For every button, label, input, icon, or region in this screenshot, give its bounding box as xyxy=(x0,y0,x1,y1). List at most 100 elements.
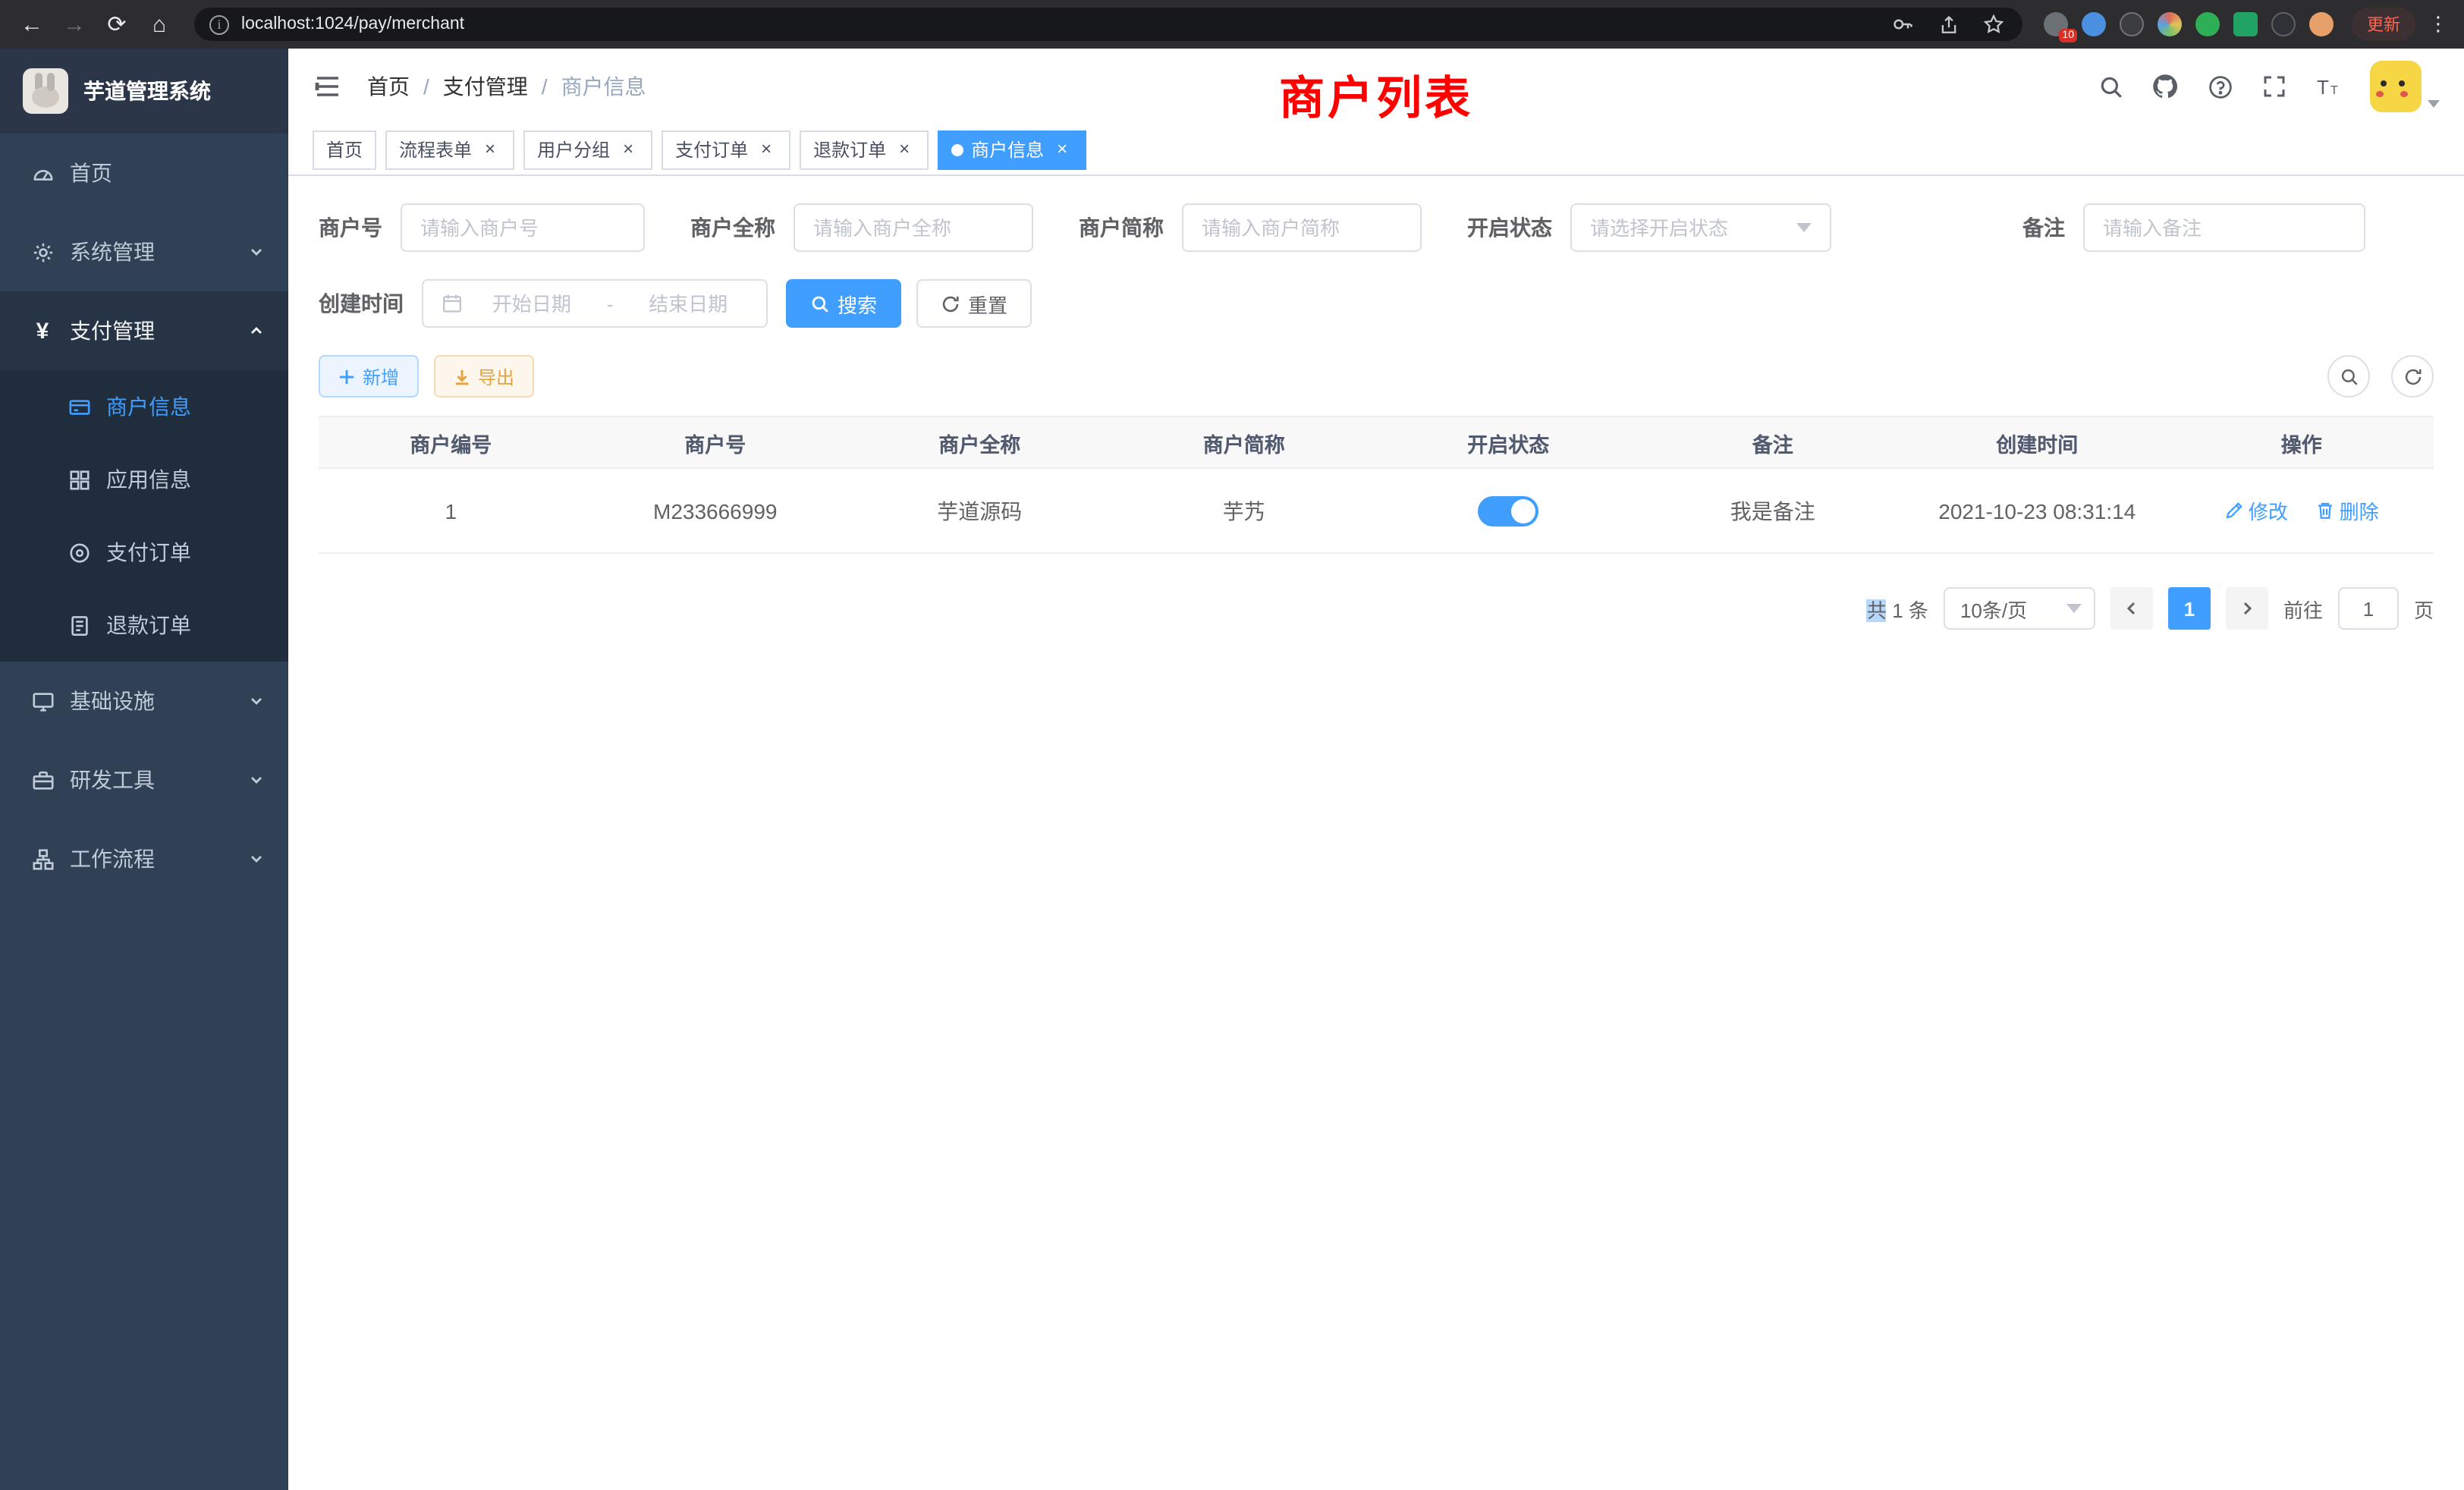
full-name-input[interactable] xyxy=(794,203,1033,252)
info-icon[interactable]: i xyxy=(209,14,229,34)
tab-user-group[interactable]: 用户分组 × xyxy=(523,130,652,169)
refresh-table-button[interactable] xyxy=(2391,355,2434,398)
sidebar-item-infra[interactable]: 基础设施 xyxy=(0,662,288,740)
col-header: 备注 xyxy=(1641,417,1906,468)
page-size-select[interactable]: 10条/页 xyxy=(1944,587,2095,630)
app-title: 芋道管理系统 xyxy=(83,76,211,106)
browser-menu-icon[interactable]: ⋮ xyxy=(2428,12,2449,36)
bookmark-star-icon[interactable] xyxy=(1980,11,2007,38)
tab-process-form[interactable]: 流程表单 × xyxy=(385,130,514,169)
font-size-icon[interactable]: TT xyxy=(2315,73,2343,100)
add-button[interactable]: 新增 xyxy=(319,355,419,398)
hamburger-icon[interactable] xyxy=(313,71,343,102)
delete-link[interactable]: 删除 xyxy=(2315,496,2379,525)
sidebar-item-home[interactable]: 首页 xyxy=(0,134,288,212)
url-text[interactable]: localhost:1024/pay/merchant xyxy=(241,15,1877,33)
breadcrumb-separator: / xyxy=(542,74,548,99)
sidebar-item-system[interactable]: 系统管理 xyxy=(0,212,288,291)
page-number-1[interactable]: 1 xyxy=(2168,587,2211,630)
status-select[interactable] xyxy=(1570,203,1831,252)
reload-icon[interactable]: ⟳ xyxy=(100,8,134,41)
breadcrumb-item: 商户信息 xyxy=(561,71,646,102)
edit-link[interactable]: 修改 xyxy=(2224,496,2288,525)
sidebar-item-pay-order[interactable]: 支付订单 xyxy=(0,516,288,589)
avatar[interactable] xyxy=(2370,61,2422,112)
export-button-label: 导出 xyxy=(478,363,514,389)
back-icon[interactable]: ← xyxy=(15,8,49,41)
extension-icon-6[interactable] xyxy=(2233,12,2258,36)
close-icon[interactable]: × xyxy=(894,139,915,160)
goto-page-input[interactable] xyxy=(2338,587,2399,630)
extension-icon-4[interactable] xyxy=(2158,12,2182,36)
date-range-input[interactable]: - xyxy=(422,279,768,328)
main-area: 首页 / 支付管理 / 商户信息 商户列表 xyxy=(288,49,2464,1490)
sidebar-item-app-info[interactable]: 应用信息 xyxy=(0,443,288,516)
user-menu[interactable] xyxy=(2370,61,2440,112)
extension-icon-1[interactable]: 10 xyxy=(2044,12,2068,36)
remark-input-field[interactable] xyxy=(2103,216,2346,239)
breadcrumb-item[interactable]: 支付管理 xyxy=(443,71,528,102)
hide-search-button[interactable] xyxy=(2327,355,2370,398)
chevron-right-icon xyxy=(2239,601,2255,616)
full-name-input-field[interactable] xyxy=(813,216,1014,239)
field-label: 商户简称 xyxy=(1079,212,1164,243)
breadcrumb-item[interactable]: 首页 xyxy=(367,71,410,102)
extension-icon-2[interactable] xyxy=(2082,12,2106,36)
goto-page-field[interactable] xyxy=(2346,597,2391,620)
caret-down-icon xyxy=(2428,100,2440,108)
key-icon[interactable] xyxy=(1889,11,1916,38)
next-page-button[interactable] xyxy=(2226,587,2268,630)
sidebar-item-pay[interactable]: ¥ 支付管理 xyxy=(0,291,288,370)
tab-pay-order[interactable]: 支付订单 × xyxy=(662,130,790,169)
extension-icon-3[interactable] xyxy=(2120,12,2144,36)
navbar-actions: TT xyxy=(2097,61,2440,112)
extension-badge: 10 xyxy=(2059,29,2077,42)
forward-icon[interactable]: → xyxy=(58,8,91,41)
short-name-input-field[interactable] xyxy=(1202,216,1402,239)
address-bar[interactable]: i localhost:1024/pay/merchant xyxy=(194,8,2022,41)
close-icon[interactable]: × xyxy=(1051,139,1073,160)
search-button-label: 搜索 xyxy=(838,289,877,318)
sidebar-item-workflow[interactable]: 工作流程 xyxy=(0,819,288,898)
extension-icon-8[interactable] xyxy=(2309,12,2334,36)
home-icon[interactable]: ⌂ xyxy=(143,8,176,41)
help-icon[interactable] xyxy=(2206,73,2233,100)
tab-refund-order[interactable]: 退款订单 × xyxy=(800,130,929,169)
search-button[interactable]: 搜索 xyxy=(786,279,901,328)
sidebar-item-devtools[interactable]: 研发工具 xyxy=(0,740,288,819)
col-header: 商户全称 xyxy=(847,417,1112,468)
tab-merchant-info[interactable]: 商户信息 × xyxy=(938,130,1086,169)
close-icon[interactable]: × xyxy=(479,139,501,160)
reset-button[interactable]: 重置 xyxy=(916,279,1032,328)
gear-icon xyxy=(30,240,55,264)
merchant-no-input-field[interactable] xyxy=(420,216,625,239)
fullscreen-icon[interactable] xyxy=(2261,73,2288,100)
extension-icon-7[interactable] xyxy=(2271,12,2296,36)
github-icon[interactable] xyxy=(2151,73,2179,100)
status-select-field[interactable] xyxy=(1590,216,1787,239)
remark-input[interactable] xyxy=(2083,203,2365,252)
tab-home[interactable]: 首页 xyxy=(313,130,376,169)
browser-update-button[interactable]: 更新 xyxy=(2352,8,2415,41)
breadcrumb-separator: / xyxy=(423,74,429,99)
short-name-input[interactable] xyxy=(1182,203,1422,252)
filter-remark: 备注 xyxy=(2022,203,2365,252)
share-icon[interactable] xyxy=(1934,11,1962,38)
sidebar-item-merchant-info[interactable]: 商户信息 xyxy=(0,370,288,443)
filter-merchant-no: 商户号 xyxy=(319,203,645,252)
app-logo-row[interactable]: 芋道管理系统 xyxy=(0,49,288,134)
export-button[interactable]: 导出 xyxy=(434,355,534,398)
calendar-icon xyxy=(442,293,463,314)
tags-view: 首页 流程表单 × 用户分组 × 支付订单 × 退款订单 × xyxy=(288,124,2464,176)
prev-page-button[interactable] xyxy=(2110,587,2153,630)
status-toggle[interactable] xyxy=(1478,495,1538,526)
date-end-field[interactable] xyxy=(628,292,748,315)
search-icon[interactable] xyxy=(2097,73,2124,100)
field-label: 创建时间 xyxy=(319,288,404,319)
sidebar-item-refund-order[interactable]: 退款订单 xyxy=(0,589,288,662)
extension-icon-5[interactable] xyxy=(2195,12,2220,36)
close-icon[interactable]: × xyxy=(756,139,777,160)
close-icon[interactable]: × xyxy=(618,139,639,160)
date-start-field[interactable] xyxy=(472,292,592,315)
merchant-no-input[interactable] xyxy=(401,203,645,252)
